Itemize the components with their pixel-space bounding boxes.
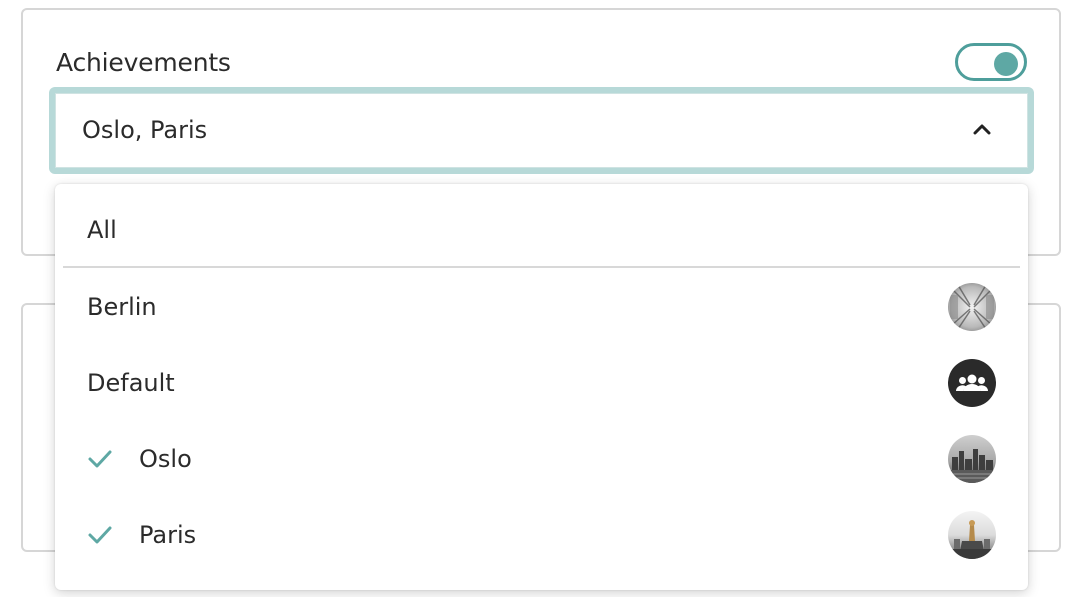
option-berlin[interactable]: Berlin <box>55 269 1028 345</box>
oslo-avatar-icon <box>948 435 996 483</box>
option-default[interactable]: Default <box>55 345 1028 421</box>
select-value: Oslo, Paris <box>82 116 208 144</box>
achievements-toggle[interactable] <box>955 43 1027 81</box>
check-icon <box>88 526 112 544</box>
option-paris[interactable]: Paris <box>55 497 1028 573</box>
page: Achievements Oslo, Paris All Berlin Defa… <box>0 0 1069 597</box>
city-multiselect[interactable]: Oslo, Paris <box>55 93 1028 168</box>
dropdown-menu: All Berlin Default Oslo Paris <box>55 184 1028 590</box>
group-icon <box>948 359 996 407</box>
paris-avatar-icon <box>948 511 996 559</box>
option-label: Berlin <box>87 293 157 321</box>
divider <box>63 266 1020 268</box>
option-label: Paris <box>139 521 197 549</box>
option-label: Default <box>87 369 175 397</box>
option-label: All <box>87 216 117 244</box>
berlin-avatar-icon <box>948 283 996 331</box>
option-all[interactable]: All <box>55 192 1028 268</box>
option-label: Oslo <box>139 445 192 473</box>
toggle-knob <box>994 52 1018 76</box>
check-icon <box>88 450 112 468</box>
section-title: Achievements <box>56 48 231 77</box>
chevron-up-icon[interactable] <box>971 118 993 140</box>
option-oslo[interactable]: Oslo <box>55 421 1028 497</box>
